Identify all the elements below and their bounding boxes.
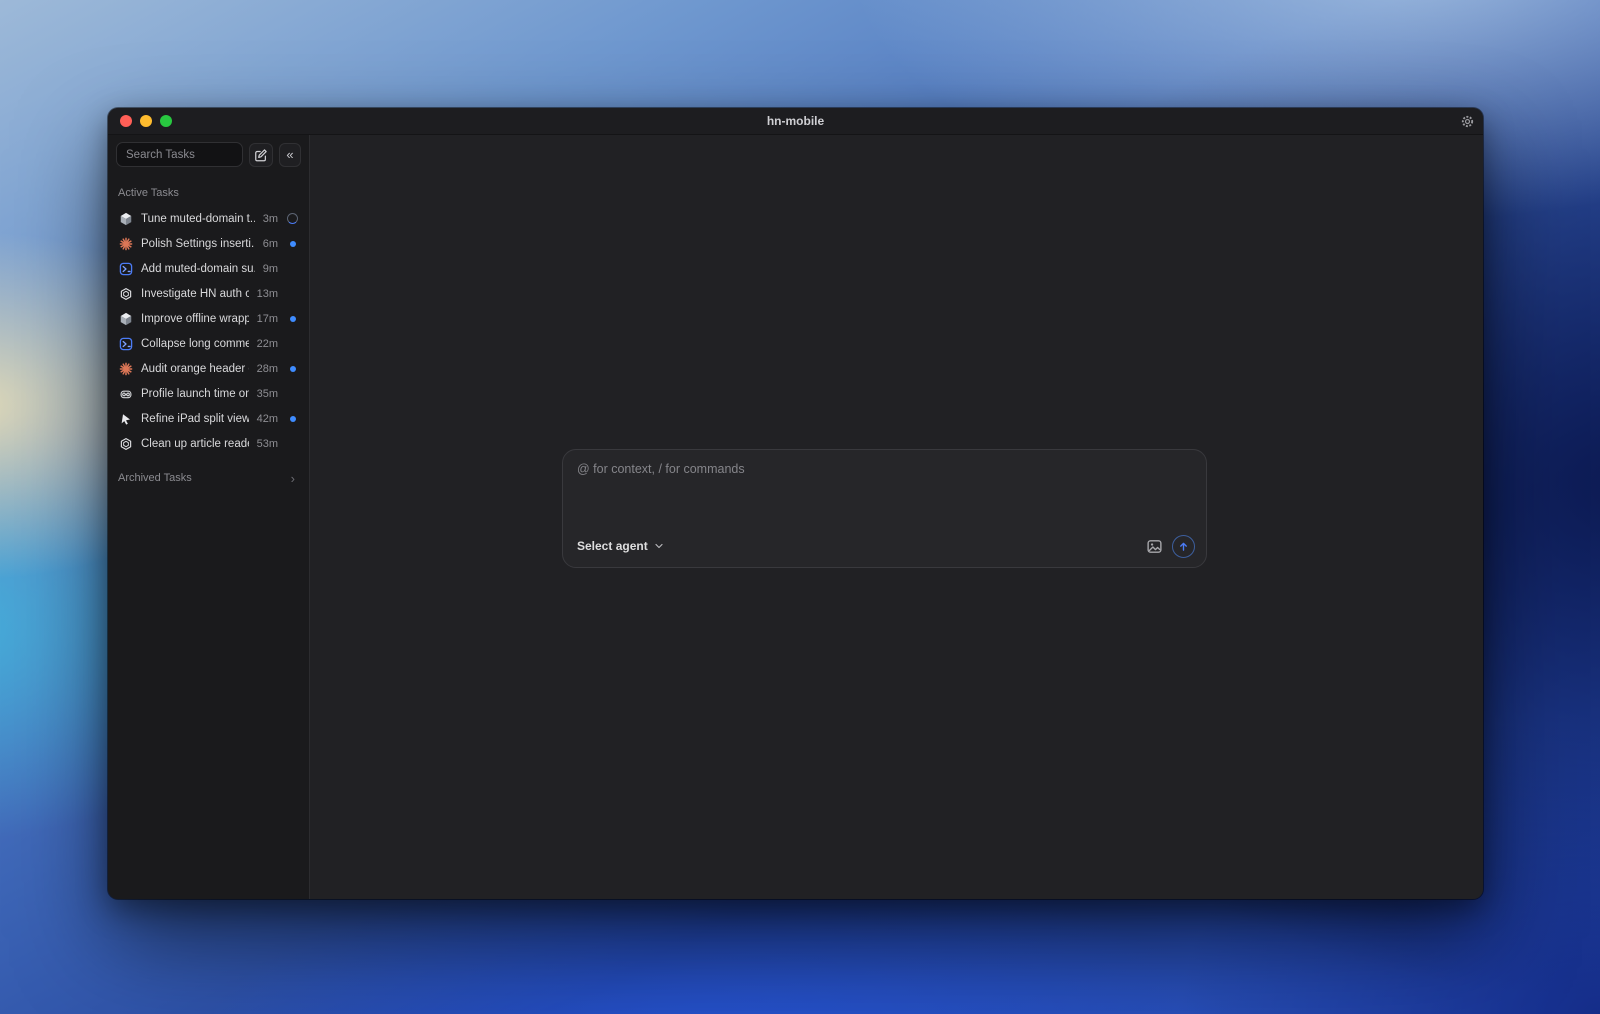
arrow-up-icon	[1180, 542, 1187, 551]
desktop-wallpaper: hn-mobile Search Tasks « Active Tasks Tu…	[0, 0, 1600, 1014]
send-button[interactable]	[1172, 534, 1195, 558]
task-time: 13m	[256, 287, 278, 300]
task-time: 35m	[256, 387, 278, 400]
search-input[interactable]	[116, 142, 243, 167]
traffic-lights	[120, 115, 172, 127]
settings-button[interactable]	[1459, 113, 1476, 130]
terminal-agent-icon	[119, 337, 133, 351]
task-time: 28m	[256, 362, 278, 375]
titlebar[interactable]: hn-mobile	[108, 108, 1483, 135]
message-input[interactable]	[577, 462, 1192, 522]
zoom-button[interactable]	[160, 115, 172, 127]
cube-agent-icon	[119, 312, 133, 326]
sidebar: « Active Tasks Tune muted-domain t... 3m…	[108, 135, 310, 899]
composer-toolbar: Select agent	[577, 534, 1195, 558]
task-row[interactable]: Collapse long comme... 22m	[116, 331, 301, 356]
cube-agent-icon	[119, 212, 133, 226]
task-row[interactable]: Improve offline wrapp... 17m	[116, 306, 301, 331]
claude-agent-icon	[119, 237, 133, 251]
chevron-right-icon: ›	[290, 470, 295, 486]
task-row[interactable]: Tune muted-domain t... 3m	[116, 206, 301, 231]
progress-spinner	[286, 213, 299, 224]
task-title: Investigate HN auth c...	[141, 287, 249, 300]
agent-select-dropdown[interactable]: Select agent	[577, 539, 665, 553]
chevron-down-icon	[655, 543, 663, 549]
openai-agent-icon	[119, 287, 133, 301]
active-tasks-header: Active Tasks	[118, 187, 179, 199]
archived-tasks-item[interactable]: Archived Tasks ›	[116, 467, 301, 489]
task-title: Profile launch time on ...	[141, 387, 249, 400]
task-time: 17m	[256, 312, 278, 325]
image-icon	[1147, 539, 1162, 553]
task-title: Add muted-domain su...	[141, 262, 255, 275]
claude-agent-icon	[119, 362, 133, 376]
new-task-button[interactable]	[249, 142, 273, 167]
close-button[interactable]	[120, 115, 132, 127]
task-list: Tune muted-domain t... 3m Polish Setting…	[116, 206, 301, 456]
archived-tasks-label: Archived Tasks	[118, 472, 192, 484]
app-window: hn-mobile Search Tasks « Active Tasks Tu…	[108, 108, 1483, 899]
gear-icon	[1461, 115, 1474, 128]
task-row[interactable]: Investigate HN auth c... 13m	[116, 281, 301, 306]
task-row[interactable]: Profile launch time on ... 35m	[116, 381, 301, 406]
task-title: Collapse long comme...	[141, 337, 249, 350]
task-row[interactable]: Polish Settings inserti... 6m	[116, 231, 301, 256]
task-time: 3m	[262, 212, 278, 225]
task-title: Audit orange header c...	[141, 362, 249, 375]
task-title: Polish Settings inserti...	[141, 237, 255, 250]
task-row[interactable]: Add muted-domain su... 9m	[116, 256, 301, 281]
task-time: 22m	[256, 337, 278, 350]
openai-agent-icon	[119, 437, 133, 451]
task-title: Improve offline wrapp...	[141, 312, 249, 325]
cursor-agent-icon	[119, 412, 133, 426]
composer-actions	[1146, 534, 1195, 558]
task-title: Tune muted-domain t...	[141, 212, 255, 225]
task-row[interactable]: Clean up article reader... 53m	[116, 431, 301, 456]
sidebar-collapse-button[interactable]: «	[279, 142, 301, 167]
window-title: hn-mobile	[766, 114, 825, 128]
composer: Select agent	[562, 449, 1207, 568]
task-title: Clean up article reader...	[141, 437, 249, 450]
unread-dot	[286, 240, 299, 247]
sidebar-toolbar: «	[116, 142, 301, 167]
attach-image-button[interactable]	[1146, 538, 1163, 555]
main-content: Select agent	[310, 135, 1483, 899]
task-row[interactable]: Audit orange header c... 28m	[116, 356, 301, 381]
collapse-icon: «	[286, 147, 294, 162]
robot-agent-icon	[119, 387, 133, 401]
task-time: 42m	[256, 412, 278, 425]
task-time: 9m	[262, 262, 278, 275]
unread-dot	[286, 365, 299, 372]
unread-dot	[286, 415, 299, 422]
agent-select-label: Select agent	[577, 539, 648, 553]
minimize-button[interactable]	[140, 115, 152, 127]
compose-icon	[255, 148, 267, 161]
task-title: Refine iPad split view l...	[141, 412, 249, 425]
terminal-agent-icon	[119, 262, 133, 276]
task-time: 6m	[262, 237, 278, 250]
unread-dot	[286, 315, 299, 322]
task-time: 53m	[256, 437, 278, 450]
task-row[interactable]: Refine iPad split view l... 42m	[116, 406, 301, 431]
